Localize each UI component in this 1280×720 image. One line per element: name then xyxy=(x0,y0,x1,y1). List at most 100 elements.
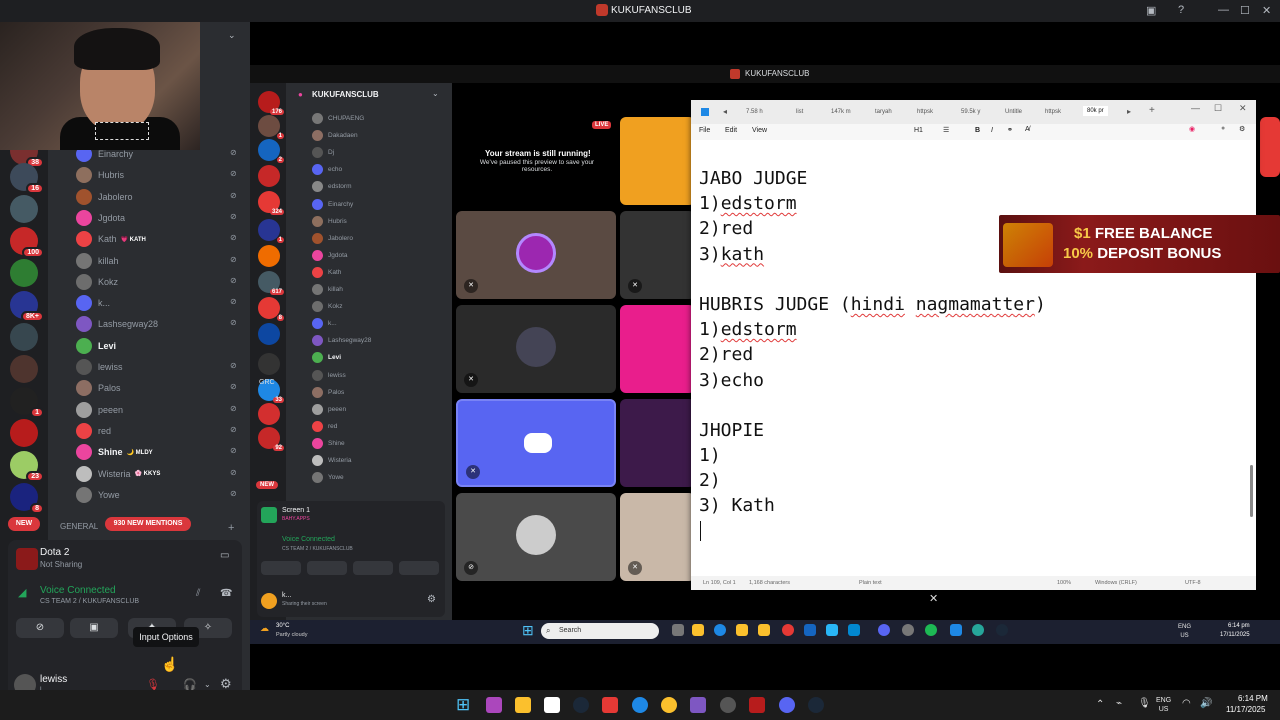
chrome-icon[interactable] xyxy=(661,697,677,713)
member-item[interactable]: Palos xyxy=(76,378,121,398)
wifi-icon[interactable]: ◠ xyxy=(1182,698,1191,709)
app-icon[interactable] xyxy=(690,697,706,713)
maximize-button[interactable]: ☐ xyxy=(1240,4,1250,17)
server-icon[interactable]: 617 xyxy=(258,271,284,295)
member-item[interactable]: Jgdota xyxy=(312,248,348,263)
list-icon[interactable]: ☰ xyxy=(943,126,949,134)
minimize-button[interactable]: — xyxy=(1191,103,1200,113)
member-item[interactable]: Jabolero xyxy=(312,231,353,246)
participant-tile[interactable]: ✕ xyxy=(456,211,616,299)
copilot-icon[interactable] xyxy=(486,697,502,713)
server-icon[interactable]: 100 xyxy=(10,227,44,258)
screen-share-icon[interactable]: ▣ xyxy=(1146,4,1156,17)
settings-gear-icon[interactable]: ⚙ xyxy=(1239,125,1245,133)
camera-button[interactable]: ⊘ xyxy=(16,618,64,638)
chevron-down-icon[interactable]: ⌄ xyxy=(228,30,236,41)
server-icon[interactable]: 1 xyxy=(258,115,284,139)
steam-icon[interactable] xyxy=(573,697,589,713)
network-icon[interactable]: ⌁ xyxy=(1116,698,1122,709)
app-icon[interactable] xyxy=(804,624,816,636)
help-icon[interactable]: ? xyxy=(1178,4,1184,16)
chevron-down-icon[interactable]: ⌄ xyxy=(432,89,439,98)
copilot-icon[interactable]: ◉ xyxy=(1189,125,1195,133)
member-item[interactable]: lewiss xyxy=(312,368,346,383)
store-icon[interactable] xyxy=(544,697,560,713)
screen-share-button[interactable]: ▣ xyxy=(70,618,118,638)
member-item[interactable]: Lashsegway28 xyxy=(312,333,371,348)
notepad-text[interactable]: JABO JUDGE 1)edstorm 2)red 3)kath HUBRIS JUD… xyxy=(699,166,1046,519)
clock-time[interactable]: 6:14 PM xyxy=(1238,694,1268,703)
tab-1[interactable]: 7.58 h xyxy=(746,109,763,115)
heading-select[interactable]: H1 xyxy=(914,127,923,134)
tab-7[interactable]: Untitle xyxy=(1005,109,1022,115)
scrollbar[interactable] xyxy=(1250,465,1253,517)
participant-tile[interactable] xyxy=(620,399,695,487)
server-icon[interactable]: 8 xyxy=(258,297,284,321)
member-item[interactable]: Hubris xyxy=(76,165,124,185)
server-icon[interactable] xyxy=(258,403,280,425)
tab-3[interactable]: 147k m xyxy=(831,109,851,115)
explorer-icon[interactable] xyxy=(736,624,748,636)
close-icon[interactable]: ✕ xyxy=(929,592,938,605)
app-icon[interactable] xyxy=(602,697,618,713)
close-button[interactable]: ✕ xyxy=(1262,4,1271,17)
member-item[interactable]: Dj xyxy=(312,145,334,160)
tab-4[interactable]: taryah xyxy=(875,109,892,115)
noise-suppression-icon[interactable]: ⫽ xyxy=(196,588,200,599)
voice-connected-label[interactable]: Voice Connected xyxy=(282,536,335,543)
notepad-icon[interactable] xyxy=(950,624,962,636)
new-pill[interactable]: NEW xyxy=(8,517,40,531)
windows-start-icon[interactable]: ⊞ xyxy=(522,623,536,637)
member-item[interactable]: edstorm xyxy=(312,179,351,194)
member-item[interactable]: Kokz xyxy=(312,299,342,314)
new-mentions-pill[interactable]: 930 NEW MENTIONS xyxy=(105,517,191,531)
soundboard-button[interactable] xyxy=(399,561,439,575)
member-item[interactable]: Levi xyxy=(76,336,116,356)
app-icon[interactable] xyxy=(720,697,736,713)
member-item[interactable]: lewiss xyxy=(76,357,123,377)
edge-icon[interactable] xyxy=(632,697,648,713)
server-icon[interactable] xyxy=(258,323,280,345)
dota-icon[interactable] xyxy=(749,697,765,713)
member-item[interactable]: k... xyxy=(76,293,110,313)
explorer-icon[interactable] xyxy=(515,697,531,713)
member-item[interactable]: Levi xyxy=(312,350,341,365)
tab-5[interactable]: httpsk xyxy=(917,109,933,115)
clock-date[interactable]: 17/11/2025 xyxy=(1220,632,1250,638)
member-item[interactable]: Palos xyxy=(312,385,344,400)
participant-tile[interactable]: ✕ xyxy=(456,305,616,393)
account-icon[interactable]: ● xyxy=(1221,125,1225,132)
app-icon[interactable] xyxy=(848,624,860,636)
server-icon[interactable]: 324 xyxy=(258,191,284,215)
promo-banner[interactable]: $1 FREE BALANCE 10% DEPOSIT BONUS xyxy=(999,215,1280,273)
server-icon[interactable]: 176 xyxy=(258,91,284,115)
tab-active[interactable]: 80k pr xyxy=(1083,106,1108,116)
server-icon[interactable]: 23 xyxy=(10,451,44,482)
participant-tile[interactable]: ✕ xyxy=(620,211,695,299)
add-icon[interactable]: + xyxy=(228,522,234,534)
avatar[interactable] xyxy=(261,593,277,609)
server-icon[interactable] xyxy=(10,323,38,351)
italic-icon[interactable]: I xyxy=(991,127,993,134)
screen-share-button[interactable] xyxy=(307,561,347,575)
tab-6[interactable]: 59.5k y xyxy=(961,109,980,115)
discord-icon[interactable] xyxy=(779,697,795,713)
participant-tile[interactable] xyxy=(620,117,695,205)
member-item[interactable]: Shine xyxy=(312,436,345,451)
member-item[interactable]: Kath xyxy=(312,265,341,280)
tray-chevron-icon[interactable]: ⌃ xyxy=(1096,699,1104,710)
member-item[interactable]: killah xyxy=(312,282,343,297)
server-icon[interactable] xyxy=(10,195,38,223)
participant-tile[interactable]: ✕ xyxy=(620,493,695,581)
member-item[interactable]: Lashsegway28 xyxy=(76,314,158,334)
general-channel[interactable]: GENERAL xyxy=(60,522,98,531)
minimize-button[interactable]: — xyxy=(1218,4,1229,16)
chrome-icon[interactable] xyxy=(782,624,794,636)
member-item[interactable]: peeen xyxy=(312,402,346,417)
member-item[interactable]: peeen xyxy=(76,400,123,420)
volume-icon[interactable]: 🔊 xyxy=(1200,698,1212,709)
disconnect-icon[interactable]: ☎ xyxy=(220,588,232,599)
member-item[interactable]: Wisteria xyxy=(312,453,351,468)
server-icon[interactable]: 16 xyxy=(10,163,44,194)
settings-gear-icon[interactable]: ⚙ xyxy=(427,594,436,605)
